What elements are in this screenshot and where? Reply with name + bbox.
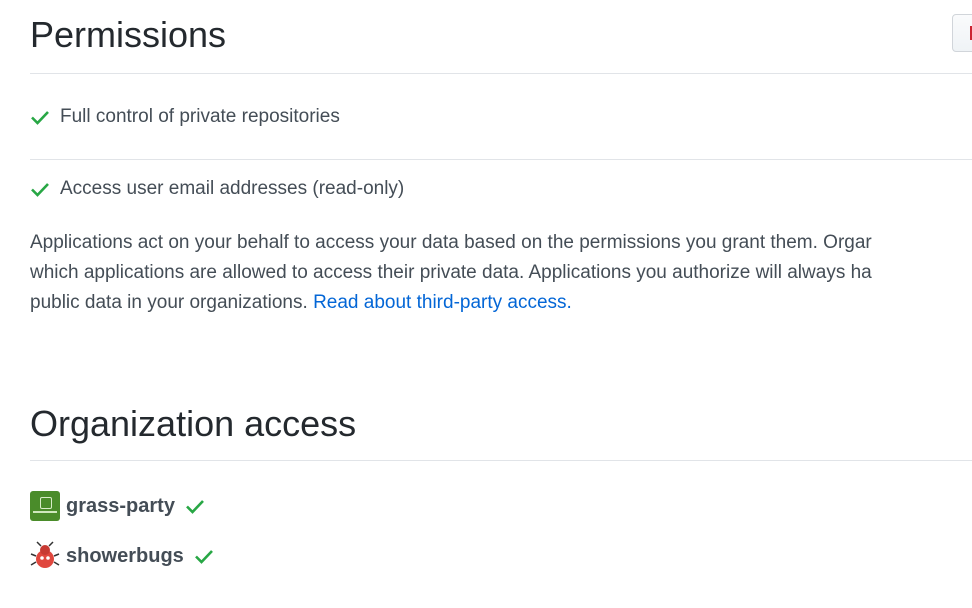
revoke-access-button[interactable] — [952, 14, 972, 52]
description-line: which applications are allowed to access… — [30, 262, 872, 283]
permission-label: Access user email addresses (read-only) — [60, 178, 405, 199]
grass-party-avatar — [30, 491, 60, 521]
organization-access-header: Organization access — [30, 386, 972, 461]
authorized-app-page: Permissions Full control of private repo… — [0, 0, 972, 608]
organization-list: grass-party showerbugs — [30, 481, 972, 581]
permissions-title: Permissions — [30, 14, 227, 55]
permissions-header: Permissions — [30, 0, 972, 74]
permissions-description: Applications act on your behalf to acces… — [30, 228, 972, 318]
check-icon — [194, 546, 214, 566]
check-icon — [30, 179, 50, 199]
description-text: public data in your organizations. — [30, 292, 308, 313]
org-item-grass-party[interactable]: grass-party — [30, 481, 972, 531]
permission-item-repo: Full control of private repositories — [30, 74, 972, 160]
main-content: Permissions Full control of private repo… — [30, 0, 972, 581]
org-name[interactable]: grass-party — [66, 495, 175, 518]
permission-item-email: Access user email addresses (read-only) — [30, 160, 972, 218]
check-icon — [30, 107, 50, 127]
third-party-access-link[interactable]: Read about third-party access. — [313, 292, 572, 313]
org-name[interactable]: showerbugs — [66, 545, 184, 568]
org-item-showerbugs[interactable]: showerbugs — [30, 531, 972, 581]
description-line: Applications act on your behalf to acces… — [30, 232, 872, 253]
check-icon — [185, 496, 205, 516]
showerbugs-avatar — [30, 541, 60, 571]
description-line: public data in your organizations. Read … — [30, 288, 972, 318]
permission-list: Full control of private repositories Acc… — [30, 74, 972, 218]
permission-label: Full control of private repositories — [60, 105, 340, 127]
organization-access-title: Organization access — [30, 403, 357, 444]
